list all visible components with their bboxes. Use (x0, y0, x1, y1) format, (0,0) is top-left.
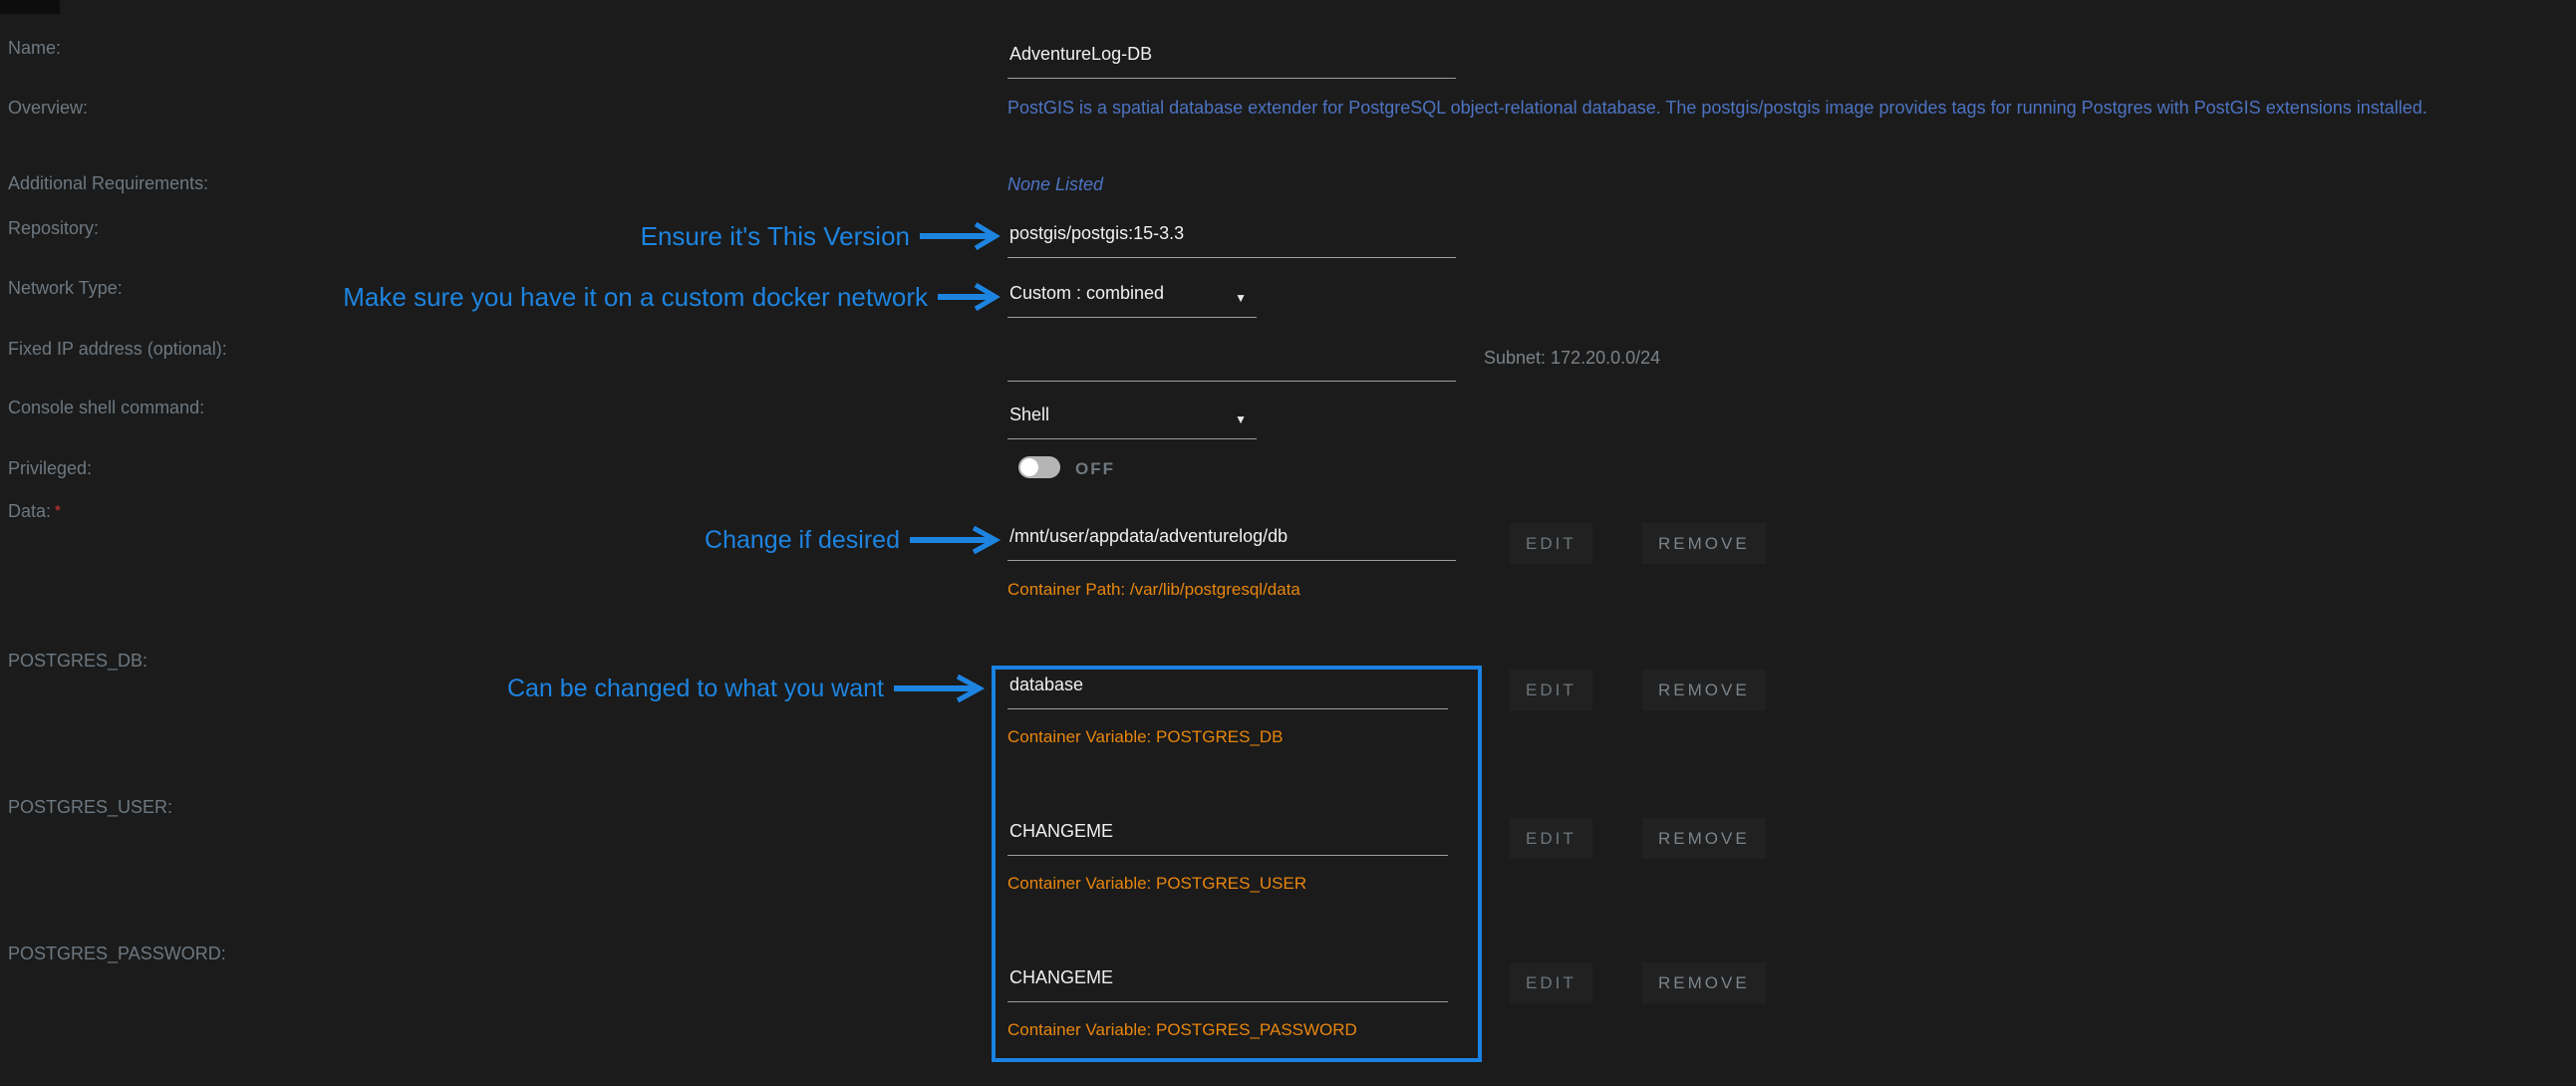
chevron-down-icon: ▼ (1235, 407, 1247, 431)
postgres-db-input[interactable] (1007, 673, 1448, 709)
repository-input[interactable] (1007, 221, 1456, 258)
repository-annotation-text: Ensure it's This Version (641, 221, 910, 251)
corner-strip (0, 0, 60, 14)
network-annotation: Make sure you have it on a custom docker… (343, 282, 1002, 312)
data-path-input[interactable] (1007, 524, 1456, 561)
data-annotation-text: Change if desired (705, 525, 900, 555)
arrow-right-icon (920, 221, 1002, 251)
network-type-select[interactable]: Custom : combined ▼ (1007, 281, 1257, 318)
edit-button[interactable]: EDIT (1510, 818, 1592, 859)
highlight-box (992, 666, 1482, 1062)
edit-button[interactable]: EDIT (1510, 670, 1592, 710)
additional-requirements-value: None Listed (1007, 173, 1103, 195)
console-shell-label: Console shell command: (8, 397, 204, 418)
edit-button[interactable]: EDIT (1510, 523, 1592, 564)
overview-label: Overview: (8, 97, 88, 119)
remove-button[interactable]: REMOVE (1642, 962, 1766, 1003)
arrow-right-icon (894, 674, 986, 703)
postgres-password-label: POSTGRES_PASSWORD: (8, 943, 226, 964)
subnet-text: Subnet: 172.20.0.0/24 (1484, 347, 1660, 369)
postgres-db-label: POSTGRES_DB: (8, 650, 147, 672)
arrow-right-icon (910, 525, 1002, 555)
container-variable-db-text: Container Variable: POSTGRES_DB (1007, 726, 1284, 747)
overview-text: PostGIS is a spatial database extender f… (1007, 97, 2428, 119)
container-variable-password-text: Container Variable: POSTGRES_PASSWORD (1007, 1019, 1357, 1040)
console-shell-selected: Shell (1009, 405, 1049, 424)
privileged-toggle[interactable] (1018, 456, 1060, 478)
network-type-selected: Custom : combined (1009, 283, 1164, 303)
network-type-label: Network Type: (8, 277, 123, 299)
data-annotation: Change if desired (705, 525, 1002, 555)
container-variable-user-text: Container Variable: POSTGRES_USER (1007, 873, 1306, 894)
additional-requirements-label: Additional Requirements: (8, 172, 208, 194)
repository-label: Repository: (8, 217, 99, 239)
docker-template-form: Name: Overview: Additional Requirements:… (0, 0, 2576, 1086)
postgres-db-annotation: Can be changed to what you want (507, 674, 986, 703)
remove-button[interactable]: REMOVE (1642, 670, 1766, 710)
privileged-state-label: OFF (1075, 459, 1115, 479)
toggle-knob (1020, 458, 1038, 476)
remove-button[interactable]: REMOVE (1642, 818, 1766, 859)
postgres-password-input[interactable] (1007, 965, 1448, 1002)
chevron-down-icon: ▼ (1235, 286, 1247, 310)
repository-annotation: Ensure it's This Version (641, 221, 1002, 251)
postgres-user-label: POSTGRES_USER: (8, 796, 172, 818)
data-label: Data:* (8, 500, 61, 522)
data-label-text: Data: (8, 501, 51, 521)
privileged-label: Privileged: (8, 457, 92, 479)
network-annotation-text: Make sure you have it on a custom docker… (343, 282, 928, 312)
arrow-right-icon (938, 282, 1002, 312)
postgres-db-annotation-text: Can be changed to what you want (507, 674, 884, 703)
name-input[interactable] (1007, 42, 1456, 79)
required-asterisk: * (55, 502, 61, 519)
postgres-user-input[interactable] (1007, 819, 1448, 856)
fixed-ip-input[interactable] (1007, 345, 1456, 382)
edit-button[interactable]: EDIT (1510, 962, 1592, 1003)
remove-button[interactable]: REMOVE (1642, 523, 1766, 564)
console-shell-select[interactable]: Shell ▼ (1007, 403, 1257, 439)
fixed-ip-label: Fixed IP address (optional): (8, 338, 227, 360)
container-path-text: Container Path: /var/lib/postgresql/data (1007, 579, 1300, 600)
name-label: Name: (8, 37, 61, 59)
